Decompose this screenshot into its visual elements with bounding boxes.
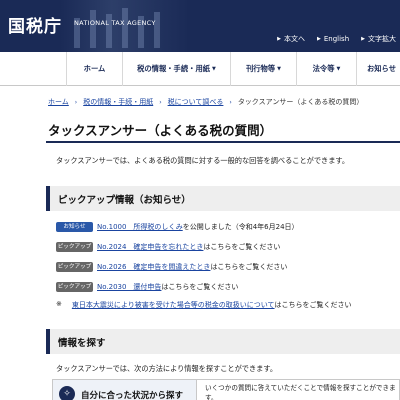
page-title: タックスアンサー（よくある税の質問） [48, 123, 273, 138]
list-item: ピックアップ No.2026 確定申告を間違えたとき はこちらをご覧ください [56, 262, 287, 272]
nav-news[interactable]: お知らせ [356, 52, 400, 86]
nav-home[interactable]: ホーム [66, 52, 122, 86]
triangle-right-icon: ▶ [361, 36, 365, 42]
chevron-down-icon: ▼ [336, 66, 341, 72]
chevron-down-icon: ▼ [212, 66, 216, 72]
english-link[interactable]: ▶ English [317, 34, 349, 44]
site-header: 国税庁 NATIONAL TAX AGENCY ▶ 本文へ ▶ English ▶ 文… [0, 0, 400, 52]
triangle-right-icon: ▶ [277, 36, 281, 42]
notice-link[interactable]: No.2024 確定申告を忘れたとき [97, 242, 203, 252]
pickup-badge: ピックアップ [56, 282, 93, 292]
notice-link[interactable]: No.2026 確定申告を間違えたとき [97, 262, 210, 272]
chevron-down-icon: ▼ [277, 66, 282, 72]
chevron-right-icon: › [229, 98, 232, 106]
chevron-right-icon: › [159, 98, 162, 106]
pickup-badge: ピックアップ [56, 242, 93, 252]
breadcrumb: ホーム › 税の情報・手続・用紙 › 税について調べる › タックスアンサー（よ… [48, 97, 363, 107]
site-logo-subtitle: NATIONAL TAX AGENCY [74, 19, 156, 27]
disaster-link[interactable]: 東日本大震災により被害を受けた場合等の税金の取扱いについて [72, 300, 275, 310]
list-item: ピックアップ No.2024 確定申告を忘れたとき はこちらをご覧ください [56, 242, 280, 252]
nav-laws[interactable]: 法令等 ▼ [296, 52, 356, 86]
notice-text: はこちらをご覧ください [161, 283, 239, 291]
skip-to-content-link[interactable]: ▶ 本文へ [277, 34, 305, 44]
nav-publications[interactable]: 刊行物等 ▼ [230, 52, 296, 86]
breadcrumb-tax-lookup[interactable]: 税について調べる [168, 97, 224, 107]
situation-search-panel[interactable]: ✧ 自分に合った状況から探す いくつかの質問に答えていただくことで情報を探すこと… [52, 379, 400, 400]
global-nav: ホーム 税の情報・手続・用紙 ▼ 刊行物等 ▼ 法令等 ▼ お知らせ [0, 52, 400, 86]
chevron-right-icon: › [74, 98, 78, 106]
utility-links: ▶ 本文へ ▶ English ▶ 文字拡大 [277, 34, 400, 44]
note-mark: ※ [56, 300, 62, 308]
breadcrumb-tax-info[interactable]: 税の情報・手続・用紙 [83, 97, 153, 107]
search-heading: 情報を探す [46, 329, 400, 354]
breadcrumb-current: タックスアンサー（よくある税の質問） [237, 98, 364, 106]
panel-title-area: ✧ 自分に合った状況から探す [53, 380, 197, 400]
notice-text: を公開しました（令和4年6月24日） [182, 223, 299, 231]
title-divider [46, 141, 400, 143]
site-logo[interactable]: 国税庁 [8, 12, 62, 37]
list-item: ピックアップ No.2030 還付申告 はこちらをご覧ください [56, 282, 238, 292]
triangle-right-icon: ▶ [317, 36, 321, 42]
breadcrumb-home[interactable]: ホーム [48, 97, 69, 107]
disaster-note: ※ 東日本大震災により被害を受けた場合等の税金の取扱いについて はこちらをご覧く… [56, 300, 352, 310]
notice-badge: お知らせ [56, 222, 93, 232]
page-lead-text: タックスアンサーでは、よくある税の質問に対する一般的な回答を調べることができます… [56, 156, 350, 165]
pickup-heading: ピックアップ情報（お知らせ） [46, 186, 400, 211]
notice-text: はこちらをご覧ください [203, 243, 281, 251]
list-item: お知らせ No.1000 所得税のしくみ を公開しました（令和4年6月24日） [56, 222, 299, 232]
compass-icon: ✧ [59, 386, 75, 400]
note-text: はこちらをご覧ください [274, 301, 352, 309]
panel-description: いくつかの質問に答えていただくことで情報を探すことができます。 [205, 384, 396, 400]
pickup-badge: ピックアップ [56, 262, 93, 272]
notice-link[interactable]: No.1000 所得税のしくみ [97, 222, 183, 232]
text-enlarge-link[interactable]: ▶ 文字拡大 [361, 34, 396, 44]
notice-text: はこちらをご覧ください [210, 263, 288, 271]
notice-link[interactable]: No.2030 還付申告 [97, 282, 161, 292]
panel-title[interactable]: 自分に合った状況から探す [81, 389, 183, 400]
nav-tax-info[interactable]: 税の情報・手続・用紙 ▼ [122, 52, 230, 86]
search-lead-text: タックスアンサーでは、次の方法により情報を探すことができます。 [56, 364, 278, 373]
